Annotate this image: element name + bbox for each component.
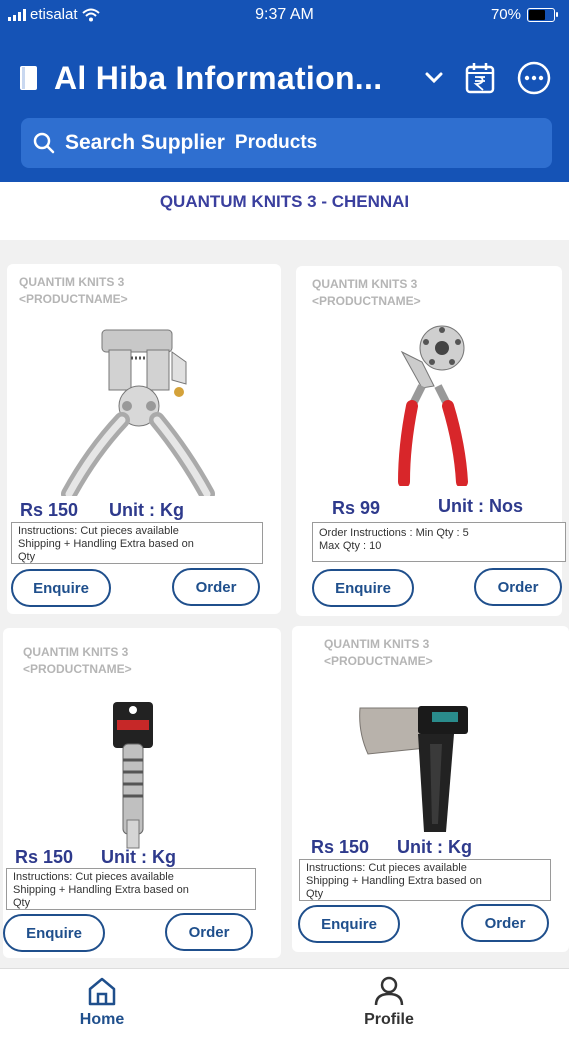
enquire-button[interactable]: Enquire <box>3 914 105 952</box>
page-title[interactable]: Al Hiba Information... <box>54 60 382 97</box>
product-unit: Unit : Nos <box>438 496 523 516</box>
user-icon <box>374 976 404 1006</box>
order-button[interactable]: Order <box>165 913 253 951</box>
battery-icon <box>527 7 558 22</box>
product-price: Rs 150 <box>20 500 79 520</box>
tab-profile[interactable]: Profile <box>329 975 449 1029</box>
product-instructions: Instructions: Cut pieces available Shipp… <box>11 522 263 564</box>
book-icon <box>20 66 37 90</box>
home-icon <box>88 977 116 1006</box>
supplier-name: QUANTUM KNITS 3 - CHENNAI <box>159 192 410 211</box>
product-price: Rs 150 <box>15 847 74 867</box>
tab-profile-label: Profile <box>364 1011 414 1028</box>
supplier-heading: QUANTUM KNITS 3 - CHENNAI <box>0 182 569 240</box>
order-button[interactable]: Order <box>461 904 549 942</box>
product-supplier: QUANTIM KNITS 3 <box>312 277 418 291</box>
product-card[interactable]: QUANTIM KNITS 3 <PRODUCTNAME> Rs 150 Uni… <box>292 626 569 952</box>
search-label: Search Supplier <box>65 131 225 154</box>
product-price: Rs 99 <box>332 498 381 518</box>
tab-home[interactable]: Home <box>42 975 162 1029</box>
order-button[interactable]: Order <box>474 568 562 606</box>
hole-punch-icon <box>398 325 468 486</box>
product-price: Rs 150 <box>311 837 370 857</box>
search-scope: Products <box>234 132 318 153</box>
battery-percent: 70% <box>490 6 521 23</box>
product-supplier: QUANTIM KNITS 3 <box>19 275 125 289</box>
bottom-tab-bar: Home Profile <box>0 968 569 1040</box>
status-time: 9:37 AM <box>255 6 314 23</box>
chevron-down-icon[interactable] <box>425 72 443 84</box>
product-instructions: Order Instructions : Min Qty : 5 Max Qty… <box>312 522 566 562</box>
product-name: <PRODUCTNAME> <box>324 654 433 668</box>
enquire-button[interactable]: Enquire <box>11 569 111 607</box>
search-icon <box>33 132 55 154</box>
product-name: <PRODUCTNAME> <box>23 662 132 676</box>
enquire-button[interactable]: Enquire <box>312 569 414 607</box>
product-name: <PRODUCTNAME> <box>312 294 421 308</box>
product-card[interactable]: QUANTIM KNITS 3 <PRODUCTNAME> Rs 150 Uni… <box>7 264 281 614</box>
product-card[interactable]: QUANTIM KNITS 3 <PRODUCTNAME> Rs 150 Uni… <box>3 628 281 958</box>
product-instructions: Instructions: Cut pieces available Shipp… <box>6 868 256 910</box>
status-bar: etisalat 9:37 AM 70% <box>0 6 569 26</box>
tab-home-label: Home <box>79 1011 125 1028</box>
calendar-rupee-icon[interactable] <box>465 62 495 94</box>
search-bar[interactable]: Search Supplier Products <box>21 118 552 168</box>
app-header: etisalat 9:37 AM 70% Al Hiba Information… <box>0 0 569 182</box>
axe-icon <box>359 706 468 832</box>
product-supplier: QUANTIM KNITS 3 <box>324 637 430 651</box>
app-screen: etisalat 9:37 AM 70% Al Hiba Information… <box>0 0 569 1040</box>
more-options-icon[interactable] <box>517 61 551 95</box>
enquire-button[interactable]: Enquire <box>298 905 400 943</box>
product-instructions: Instructions: Cut pieces available Shipp… <box>299 859 551 901</box>
order-button[interactable]: Order <box>172 568 260 606</box>
product-unit: Unit : Kg <box>109 500 184 520</box>
product-name: <PRODUCTNAME> <box>19 292 128 306</box>
wrench-tool-icon <box>113 702 153 849</box>
product-card[interactable]: QUANTIM KNITS 3 <PRODUCTNAME> Rs 99 Unit… <box>296 266 566 616</box>
product-supplier: QUANTIM KNITS 3 <box>23 645 129 659</box>
product-unit: Unit : Kg <box>397 837 472 857</box>
plier-icon <box>61 329 215 496</box>
product-unit: Unit : Kg <box>101 847 176 867</box>
